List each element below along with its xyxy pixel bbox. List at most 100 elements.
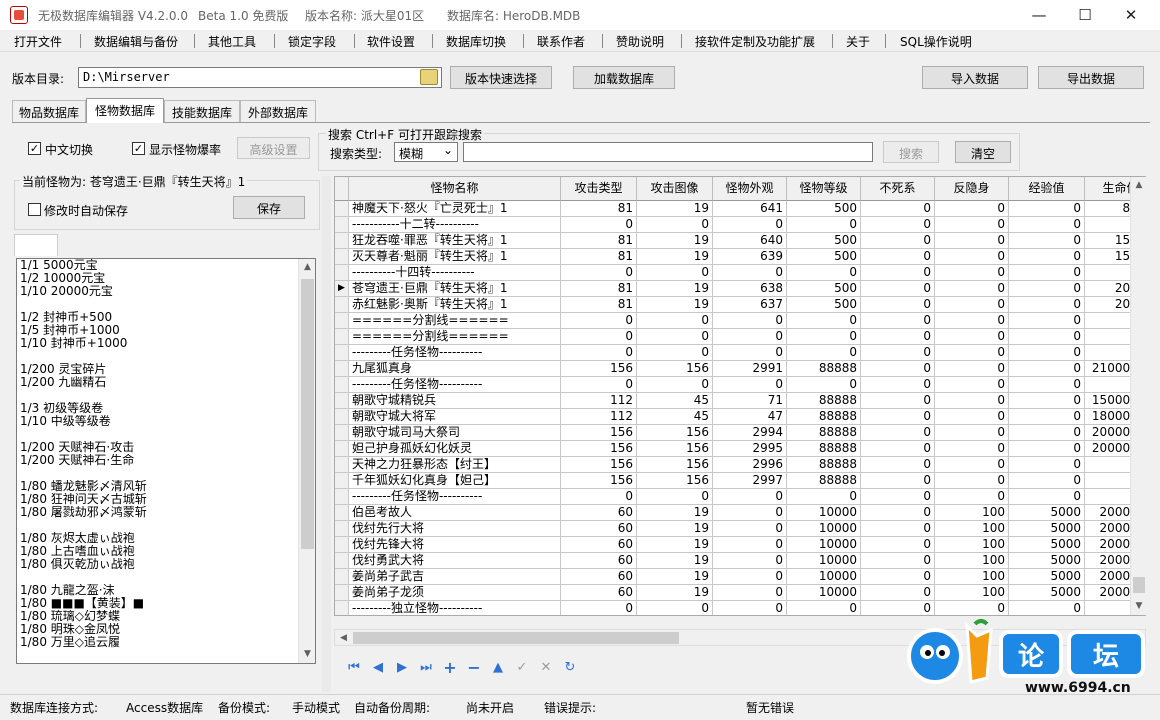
row-indicator[interactable] — [335, 393, 349, 409]
grid-cell[interactable]: 10000 — [787, 537, 861, 553]
grid-cell[interactable]: 19 — [637, 201, 713, 217]
grid-cell[interactable]: 5000 — [1009, 585, 1085, 601]
grid-cell[interactable]: 19 — [637, 585, 713, 601]
search-button[interactable]: 搜索 — [883, 141, 939, 163]
monster-name-cell[interactable]: 九尾狐真身 — [349, 361, 561, 377]
row-indicator[interactable] — [335, 361, 349, 377]
grid-cell[interactable]: 19 — [637, 537, 713, 553]
grid-cell[interactable]: 0 — [1009, 281, 1085, 297]
grid-cell[interactable]: 81 — [561, 281, 637, 297]
grid-cell[interactable]: 156 — [561, 457, 637, 473]
load-db-button[interactable]: 加载数据库 — [573, 66, 675, 89]
monster-name-cell[interactable]: 伐纣先行大将 — [349, 521, 561, 537]
grid-cell[interactable]: 100 — [935, 585, 1009, 601]
drop-list[interactable]: 1/1 5000元宝 1/2 10000元宝 1/10 20000元宝 1/2 封神… — [16, 258, 316, 664]
row-indicator[interactable] — [335, 217, 349, 233]
nav-insert-icon[interactable]: + — [440, 659, 460, 677]
grid-scroll-up-icon[interactable]: ▲ — [1131, 177, 1147, 194]
panel-splitter[interactable] — [322, 176, 331, 692]
monster-name-cell[interactable]: ---------独立怪物---------- — [349, 601, 561, 615]
grid-cell[interactable]: 112 — [561, 409, 637, 425]
grid-cell[interactable]: 639 — [713, 249, 787, 265]
monster-name-cell[interactable]: 赤红魅影·奥斯『转生天将』1 — [349, 297, 561, 313]
grid-cell[interactable]: 0 — [713, 521, 787, 537]
grid-cell[interactable]: 0 — [935, 489, 1009, 505]
grid-cell[interactable]: 156 — [637, 457, 713, 473]
grid-cell[interactable]: 637 — [713, 297, 787, 313]
monster-name-cell[interactable]: -----------十二转---------- — [349, 217, 561, 233]
grid-cell[interactable]: 0 — [935, 441, 1009, 457]
monster-grid[interactable]: 怪物名称 攻击类型 攻击图像 怪物外观 怪物等级 不死系 反隐身 经验值 生命值 神魔天下·怒火『… — [334, 176, 1146, 616]
tab-skills[interactable]: 技能数据库 — [164, 100, 240, 122]
grid-cell[interactable]: 0 — [861, 313, 935, 329]
grid-hscroll-thumb[interactable] — [353, 632, 679, 644]
row-indicator[interactable] — [335, 537, 349, 553]
nav-delete-icon[interactable]: − — [464, 659, 484, 677]
grid-cell[interactable]: 60 — [561, 537, 637, 553]
grid-cell[interactable]: 10000 — [787, 553, 861, 569]
monster-name-cell[interactable]: 狂龙吞噬·罪恶『转生天将』1 — [349, 233, 561, 249]
grid-cell[interactable]: 0 — [861, 473, 935, 489]
grid-cell[interactable]: 0 — [787, 217, 861, 233]
row-indicator[interactable] — [335, 473, 349, 489]
row-indicator[interactable] — [335, 345, 349, 361]
grid-cell[interactable]: 0 — [861, 553, 935, 569]
grid-cell[interactable]: 0 — [861, 249, 935, 265]
folder-icon[interactable] — [420, 69, 438, 85]
export-button[interactable]: 导出数据 — [1038, 66, 1144, 89]
nav-first-icon[interactable]: ⏮ — [344, 659, 364, 677]
row-indicator[interactable] — [335, 409, 349, 425]
quick-select-button[interactable]: 版本快速选择 — [450, 66, 552, 89]
tab-monsters[interactable]: 怪物数据库 — [86, 98, 164, 123]
monster-name-cell[interactable]: 神魔天下·怒火『亡灵死士』1 — [349, 201, 561, 217]
grid-cell[interactable]: 0 — [861, 233, 935, 249]
menu-sponsor[interactable]: 赞助说明 — [616, 33, 664, 50]
show-drop-checkbox[interactable]: ✓ — [132, 142, 145, 155]
menu-about[interactable]: 关于 — [846, 33, 870, 50]
monster-name-cell[interactable]: 伐纣勇武大将 — [349, 553, 561, 569]
grid-cell[interactable]: 0 — [787, 329, 861, 345]
grid-cell[interactable]: 0 — [713, 217, 787, 233]
grid-cell[interactable]: 0 — [861, 217, 935, 233]
monster-name-cell[interactable]: 朝歌守城精锐兵 — [349, 393, 561, 409]
grid-cell[interactable]: 0 — [1009, 473, 1085, 489]
auto-save-checkbox[interactable] — [28, 203, 41, 216]
column-header[interactable]: 不死系 — [861, 177, 935, 201]
monster-name-cell[interactable]: 灭天尊者·魁丽『转生天将』1 — [349, 249, 561, 265]
monster-name-cell[interactable]: 妲己护身孤妖幻化妖灵 — [349, 441, 561, 457]
grid-cell[interactable]: 88888 — [787, 409, 861, 425]
grid-cell[interactable]: 0 — [713, 377, 787, 393]
row-indicator[interactable] — [335, 201, 349, 217]
nav-prior-icon[interactable]: ◀ — [368, 659, 388, 677]
menu-sql-help[interactable]: SQL操作说明 — [900, 33, 972, 50]
row-indicator[interactable] — [335, 521, 349, 537]
grid-cell[interactable]: 500 — [787, 201, 861, 217]
drop-list-scrollbar[interactable]: ▲ ▼ — [298, 259, 315, 663]
grid-cell[interactable]: 0 — [713, 489, 787, 505]
grid-cell[interactable]: 0 — [861, 457, 935, 473]
grid-cell[interactable]: 0 — [713, 329, 787, 345]
grid-cell[interactable]: 0 — [935, 201, 1009, 217]
grid-cell[interactable]: 500 — [787, 233, 861, 249]
grid-cell[interactable]: 638 — [713, 281, 787, 297]
grid-cell[interactable]: 81 — [561, 297, 637, 313]
grid-cell[interactable]: 0 — [787, 377, 861, 393]
grid-cell[interactable]: 0 — [861, 345, 935, 361]
row-indicator[interactable] — [335, 425, 349, 441]
grid-cell[interactable]: 0 — [1009, 601, 1085, 615]
grid-cell[interactable]: 2995 — [713, 441, 787, 457]
nav-post-icon[interactable]: ✓ — [512, 659, 532, 677]
nav-next-icon[interactable]: ▶ — [392, 659, 412, 677]
row-indicator[interactable] — [335, 489, 349, 505]
grid-cell[interactable]: 0 — [935, 297, 1009, 313]
monster-name-cell[interactable]: 天神之力狂暴形态【纣王】 — [349, 457, 561, 473]
grid-cell[interactable]: 0 — [1009, 265, 1085, 281]
grid-cell[interactable]: 156 — [561, 425, 637, 441]
grid-cell[interactable]: 71 — [713, 393, 787, 409]
row-indicator[interactable] — [335, 505, 349, 521]
monster-name-cell[interactable]: ======分割线====== — [349, 329, 561, 345]
grid-cell[interactable]: 0 — [561, 601, 637, 615]
grid-cell[interactable]: 156 — [561, 361, 637, 377]
grid-cell[interactable]: 0 — [935, 329, 1009, 345]
grid-cell[interactable]: 60 — [561, 585, 637, 601]
